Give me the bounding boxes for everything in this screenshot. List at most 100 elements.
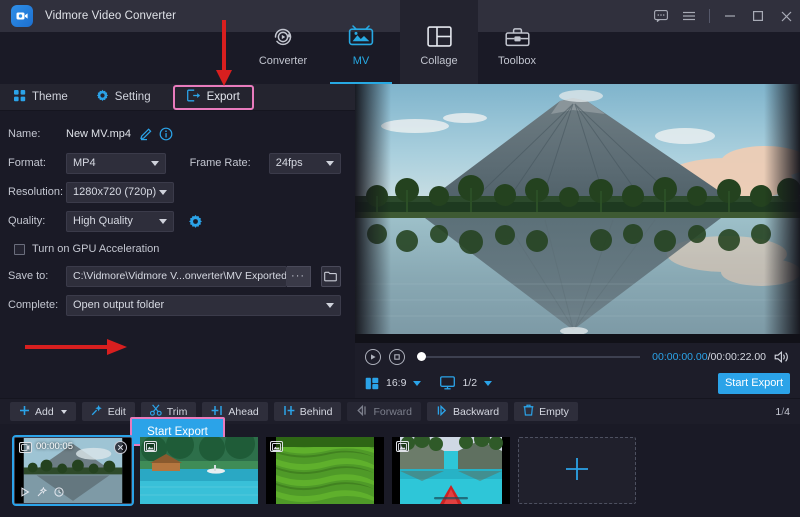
gpu-acceleration-row[interactable]: Turn on GPU Acceleration [8,237,341,261]
toolbar-label: Backward [453,406,499,418]
feedback-button[interactable] [647,0,675,32]
app-title: Vidmore Video Converter [45,10,176,22]
main-body: Theme Setting Export [0,84,800,398]
chevron-down-icon [159,219,167,224]
thumbnail-item-4[interactable] [392,437,510,504]
window-controls [647,0,800,32]
tab-theme[interactable]: Theme [0,84,82,111]
theme-grid-icon [14,90,26,105]
nav-item-mv[interactable]: MV [322,0,400,84]
maximize-button[interactable] [744,0,772,32]
browse-button[interactable]: ··· [287,266,311,287]
hamburger-menu-icon[interactable] [675,0,703,32]
info-icon[interactable] [159,127,173,141]
gpu-checkbox[interactable] [14,244,25,255]
toolbar-behind-button[interactable]: Behind [274,402,342,421]
frame-rate-value: 24fps [276,157,303,169]
preview-start-export-button[interactable]: Start Export [718,373,790,394]
nav-item-converter[interactable]: Converter [244,0,322,84]
thumbnail-tools [20,487,64,500]
zoom-chevron-down-icon[interactable] [484,381,492,386]
format-select[interactable]: MP4 [66,153,166,174]
magic-wand-icon[interactable] [37,487,47,500]
plus-icon [19,405,30,419]
player-row-transport: 00:00:00.00/00:00:22.00 [365,343,790,370]
toolbar-empty-button[interactable]: Empty [514,402,578,421]
pencil-icon[interactable] [139,127,153,141]
name-row: Name: New MV.mp4 [8,121,341,147]
quality-select[interactable]: High Quality [66,211,174,232]
toolbox-icon [505,24,530,50]
export-panel: Theme Setting Export [0,84,355,398]
player-row-options: 16:9 1/2 Start Export [365,370,790,396]
play-icon[interactable] [20,487,30,500]
toolbar-add-button[interactable]: Add [10,402,76,421]
nav-item-collage[interactable]: Collage [400,0,478,84]
progress-slider[interactable] [417,356,640,358]
video-preview[interactable] [355,84,800,343]
format-label: Format: [8,157,66,169]
thumbnail-item-2[interactable] [140,437,258,504]
add-media-tile[interactable] [518,437,636,504]
export-form: Name: New MV.mp4 Format: MP4 [0,111,355,318]
format-value: MP4 [73,157,96,169]
clock-icon[interactable] [54,487,64,500]
complete-row: Complete: Open output folder [8,292,341,318]
tab-label: Setting [115,91,151,103]
chevron-down-icon [159,190,167,195]
tab-label: Theme [32,91,68,103]
toolbar-label: Ahead [228,406,258,418]
complete-label: Complete: [8,299,66,311]
chevron-down-icon [326,161,334,166]
thumbnail-duration: 00:00:05 [36,441,73,452]
complete-select[interactable]: Open output folder [66,295,341,316]
toolbar-backward-button[interactable]: Backward [427,402,508,421]
chevron-down-icon [326,303,334,308]
clip-thumbnails: 00:00:05 [0,424,800,517]
folder-icon[interactable] [321,266,341,287]
export-icon [187,89,201,105]
thumbnail-image [140,437,258,504]
monitor-icon[interactable] [440,376,455,390]
thumbnail-item-1[interactable]: 00:00:05 [14,437,132,504]
thumbnail-item-3[interactable] [266,437,384,504]
resolution-select[interactable]: 1280x720 (720p) [66,182,174,203]
stop-circle-icon[interactable] [389,349,405,365]
toolbar-edit-button[interactable]: Edit [82,402,135,421]
progress-knob[interactable] [417,352,426,361]
tab-export[interactable]: Export [173,85,254,110]
video-icon [19,442,32,453]
aspect-chevron-down-icon[interactable] [413,381,421,386]
time-display: 00:00:00.00/00:00:22.00 [652,351,766,363]
save-to-label: Save to: [8,270,66,282]
name-label: Name: [8,128,66,140]
toolbar-label: Empty [539,406,569,418]
toolbar-forward-button[interactable]: Forward [347,402,421,421]
minimize-button[interactable] [716,0,744,32]
tab-setting[interactable]: Setting [82,84,165,111]
current-time: 00:00:00.00 [652,351,707,363]
resolution-value: 1280x720 (720p) [73,186,156,198]
toolbar-label: Trim [167,406,188,418]
close-button[interactable] [772,0,800,32]
page-total: 4 [784,406,790,418]
nav-item-toolbox[interactable]: Toolbox [478,0,556,84]
frame-rate-select[interactable]: 24fps [269,153,341,174]
toolbar-label: Behind [300,406,333,418]
collage-icon [427,24,452,50]
quality-label: Quality: [8,215,66,227]
resolution-label: Resolution: [8,186,66,198]
aspect-ratio-icon[interactable] [365,377,379,390]
clip-toolbar: Add Edit Trim Ahead Behind Forward Backw… [0,398,800,424]
format-row: Format: MP4 Frame Rate: 24fps [8,150,341,176]
play-circle-icon[interactable] [365,349,381,365]
speaker-icon[interactable] [774,350,790,364]
gear-icon [96,89,109,105]
thumbnail-close-icon[interactable] [114,441,127,454]
save-to-input[interactable]: C:\Vidmore\Vidmore V...onverter\MV Expor… [66,266,287,287]
quality-settings-gear-icon[interactable] [188,214,203,229]
app-window: Vidmore Video Converter [0,0,800,517]
toolbar-label: Add [35,406,54,418]
divider [709,9,710,23]
image-icon [396,441,409,452]
